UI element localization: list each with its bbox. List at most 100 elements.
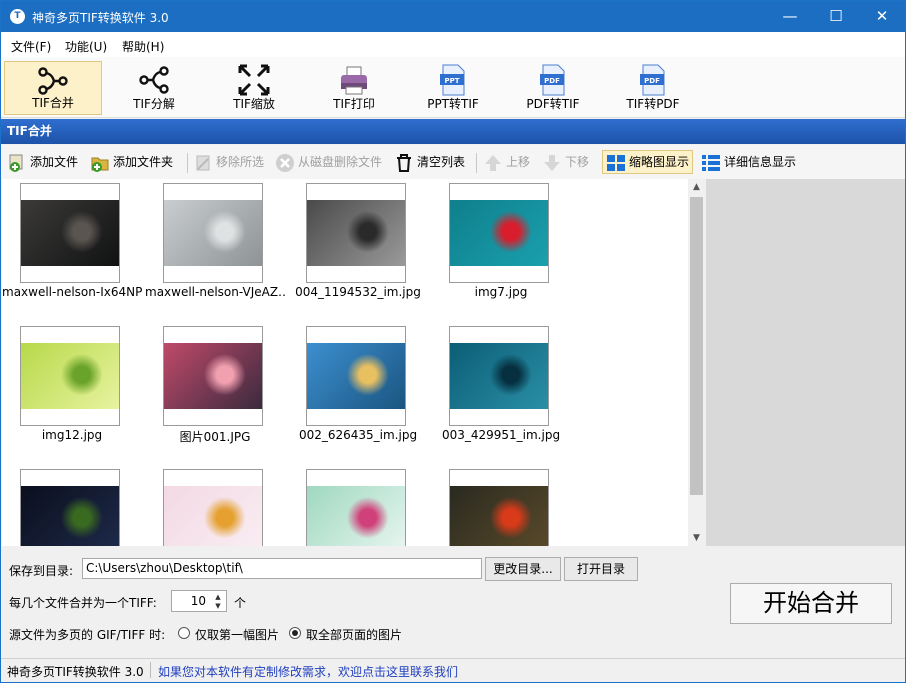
per-tiff-stepper[interactable]: 10 ▲ ▼ <box>171 590 227 612</box>
tab-tif-scale[interactable]: TIF缩放 <box>205 61 303 115</box>
tab-tif-merge[interactable]: TIF合并 <box>4 61 102 115</box>
thumbnail-image <box>20 183 120 283</box>
radio-first-page[interactable] <box>178 627 190 639</box>
pdf-file-icon: PDF <box>540 64 565 96</box>
file-thumbnail-item[interactable]: 004_1194532_im.jpg <box>288 179 428 309</box>
file-name: maxwell-nelson-VJeAZ… <box>145 285 285 299</box>
photo-preview <box>307 486 405 546</box>
file-thumbnail-item[interactable]: 003_429951_im.jpg <box>431 322 571 452</box>
tab-pdf-to-tif[interactable]: PDF PDF转TIF <box>504 61 602 115</box>
detail-view-label: 详细信息显示 <box>724 155 797 169</box>
tab-label: TIF缩放 <box>233 97 275 111</box>
tab-label: TIF合并 <box>32 96 74 110</box>
file-thumbnail-item[interactable]: img7.jpg <box>431 179 571 309</box>
delete-from-disk-label: 从磁盘删除文件 <box>298 155 383 169</box>
trash-icon <box>397 153 411 172</box>
split-icon <box>139 66 169 94</box>
thumbnail-image <box>306 326 406 426</box>
thumbnail-view-label: 缩略图显示 <box>629 155 690 169</box>
save-dir-input[interactable]: C:\Users\zhou\Desktop\tif\ <box>82 558 482 579</box>
options-panel: 保存到目录: C:\Users\zhou\Desktop\tif\ 更改目录..… <box>1 547 905 657</box>
menu-file[interactable]: 文件(F) <box>11 38 51 55</box>
file-thumbnail-item[interactable]: 图片001.JPG <box>145 322 285 452</box>
section-header: TIF合并 <box>1 119 905 144</box>
clear-list-label: 清空列表 <box>417 155 466 169</box>
separator <box>476 153 477 173</box>
radio-all-pages[interactable] <box>289 627 301 639</box>
thumbnail-image <box>449 469 549 546</box>
thumbnail-image <box>163 183 263 283</box>
photo-preview <box>307 200 405 266</box>
add-file-icon <box>9 154 23 172</box>
option-all-label[interactable]: 取全部页面的图片 <box>306 626 402 643</box>
scroll-thumb[interactable] <box>690 197 703 495</box>
close-button[interactable]: ✕ <box>859 1 905 32</box>
remove-icon <box>196 155 210 170</box>
tab-ppt-to-tif[interactable]: PPT PPT转TIF <box>404 61 502 115</box>
file-name: 002_626435_im.jpg <box>298 428 418 442</box>
menu-function[interactable]: 功能(U) <box>65 38 107 55</box>
per-tiff-label: 每几个文件合并为一个TIFF: <box>9 596 157 610</box>
file-name: 图片001.JPG <box>179 430 251 444</box>
arrow-down-icon <box>544 154 560 171</box>
scroll-up-arrow[interactable]: ▲ <box>688 179 705 195</box>
minimize-button[interactable]: — <box>767 1 813 32</box>
scroll-down-arrow[interactable]: ▼ <box>688 530 705 546</box>
file-thumbnail-item[interactable]: 002_626435_im.jpg <box>288 322 428 452</box>
tab-tif-to-pdf[interactable]: PDF TIF转PDF <box>604 61 702 115</box>
thumbnail-image <box>20 469 120 546</box>
per-tiff-value: 10 <box>190 594 206 608</box>
menu-help[interactable]: 帮助(H) <box>122 38 164 55</box>
ppt-file-icon: PPT <box>440 64 465 96</box>
file-thumbnail-item[interactable]: img12.jpg <box>2 322 142 452</box>
thumbnail-image <box>449 326 549 426</box>
delete-from-disk-button[interactable]: 从磁盘删除文件 <box>275 151 382 173</box>
option-first-label[interactable]: 仅取第一幅图片 <box>195 626 279 643</box>
vertical-scrollbar[interactable]: ▲ ▼ <box>688 179 705 546</box>
title-bar: T 神奇多页TIF转换软件 3.0 — ☐ ✕ <box>1 1 905 32</box>
file-name: maxwell-nelson-Ix64NP… <box>2 285 142 299</box>
remove-selected-button[interactable]: 移除所选 <box>193 151 264 173</box>
move-up-label: 上移 <box>506 155 531 169</box>
file-thumbnail-item[interactable]: maxwell-nelson-Ix64NP… <box>2 179 142 309</box>
move-down-button[interactable]: 下移 <box>542 151 589 173</box>
add-file-button[interactable]: 添加文件 <box>7 151 78 173</box>
photo-preview <box>307 343 405 409</box>
pdf-badge-text: PDF <box>644 77 660 85</box>
file-thumbnail-item[interactable] <box>2 465 142 546</box>
file-thumbnail-item[interactable] <box>288 465 428 546</box>
merge-icon <box>38 67 68 95</box>
contact-link[interactable]: 如果您对本软件有定制修改需求，欢迎点击这里联系我们 <box>158 663 458 680</box>
file-thumbnail-item[interactable]: maxwell-nelson-VJeAZ… <box>145 179 285 309</box>
file-name: 004_1194532_im.jpg <box>295 285 421 299</box>
file-thumbnail-item[interactable] <box>145 465 285 546</box>
tab-label: TIF分解 <box>133 97 175 111</box>
file-thumbnail-item[interactable] <box>431 465 571 546</box>
app-icon: T <box>10 9 25 24</box>
tab-tif-print[interactable]: TIF打印 <box>305 61 403 115</box>
separator <box>187 153 188 173</box>
photo-preview <box>21 343 119 409</box>
thumbnail-image <box>163 469 263 546</box>
add-folder-button[interactable]: 添加文件夹 <box>90 151 173 173</box>
clear-list-button[interactable]: 清空列表 <box>394 151 465 173</box>
status-bar: 神奇多页TIF转换软件 3.0 如果您对本软件有定制修改需求，欢迎点击这里联系我… <box>1 658 905 682</box>
tab-label: PDF转TIF <box>526 97 580 111</box>
app-window: T 神奇多页TIF转换软件 3.0 — ☐ ✕ 文件(F) 功能(U) 帮助(H… <box>0 0 906 683</box>
tab-tif-split[interactable]: TIF分解 <box>105 61 203 115</box>
detail-view-button[interactable]: 详细信息显示 <box>701 151 796 173</box>
file-name: img7.jpg <box>474 285 528 299</box>
thumbnail-image <box>306 469 406 546</box>
thumbnail-view-button[interactable]: 缩略图显示 <box>602 150 694 174</box>
add-folder-icon <box>91 157 109 172</box>
change-dir-button[interactable]: 更改目录... <box>485 557 561 581</box>
move-up-button[interactable]: 上移 <box>483 151 530 173</box>
start-merge-button[interactable]: 开始合并 <box>730 583 892 624</box>
preview-pane <box>706 179 905 546</box>
maximize-button[interactable]: ☐ <box>813 1 859 32</box>
stepper-down-icon[interactable]: ▼ <box>211 601 225 611</box>
save-dir-label: 保存到目录: <box>9 564 74 578</box>
photo-preview <box>21 486 119 546</box>
tab-label: PPT转TIF <box>427 97 479 111</box>
open-dir-button[interactable]: 打开目录 <box>564 557 638 581</box>
